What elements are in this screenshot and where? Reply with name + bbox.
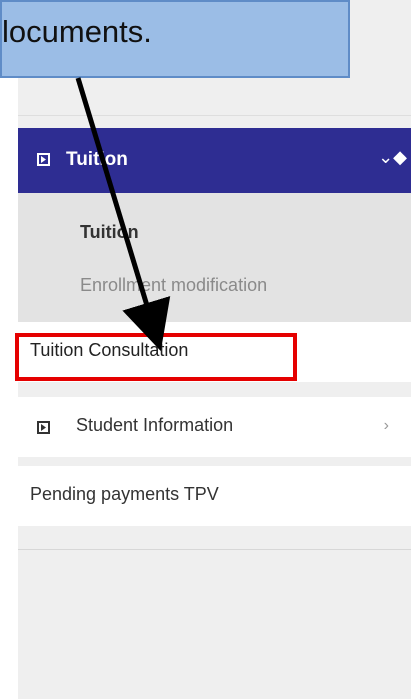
chevron-right-icon: › xyxy=(383,417,389,434)
square-play-icon xyxy=(37,153,50,166)
highlight-box xyxy=(15,333,297,381)
sidebar-item-label: Pending payments TPV xyxy=(30,484,219,504)
sidebar-section-tuition[interactable]: Tuition ⌄◆ xyxy=(18,128,411,193)
menu-divider xyxy=(18,549,411,550)
chevron-down-icon[interactable]: ⌄◆ xyxy=(378,147,407,168)
sidebar-section-label: Tuition xyxy=(66,149,128,170)
tuition-submenu: Tuition Enrollment modification xyxy=(18,193,411,322)
submenu-item-enrollment-modification[interactable]: Enrollment modification xyxy=(80,275,267,296)
callout-text: locuments. xyxy=(2,14,152,49)
callout-box: locuments. xyxy=(0,0,350,78)
sidebar-item-pending-payments-tpv[interactable]: Pending payments TPV xyxy=(18,466,411,526)
submenu-item-tuition[interactable]: Tuition xyxy=(80,222,139,243)
sidebar-item-label: Student Information xyxy=(76,415,234,435)
square-play-icon xyxy=(37,421,50,434)
sidebar-item-student-information[interactable]: Student Information › xyxy=(18,397,411,457)
